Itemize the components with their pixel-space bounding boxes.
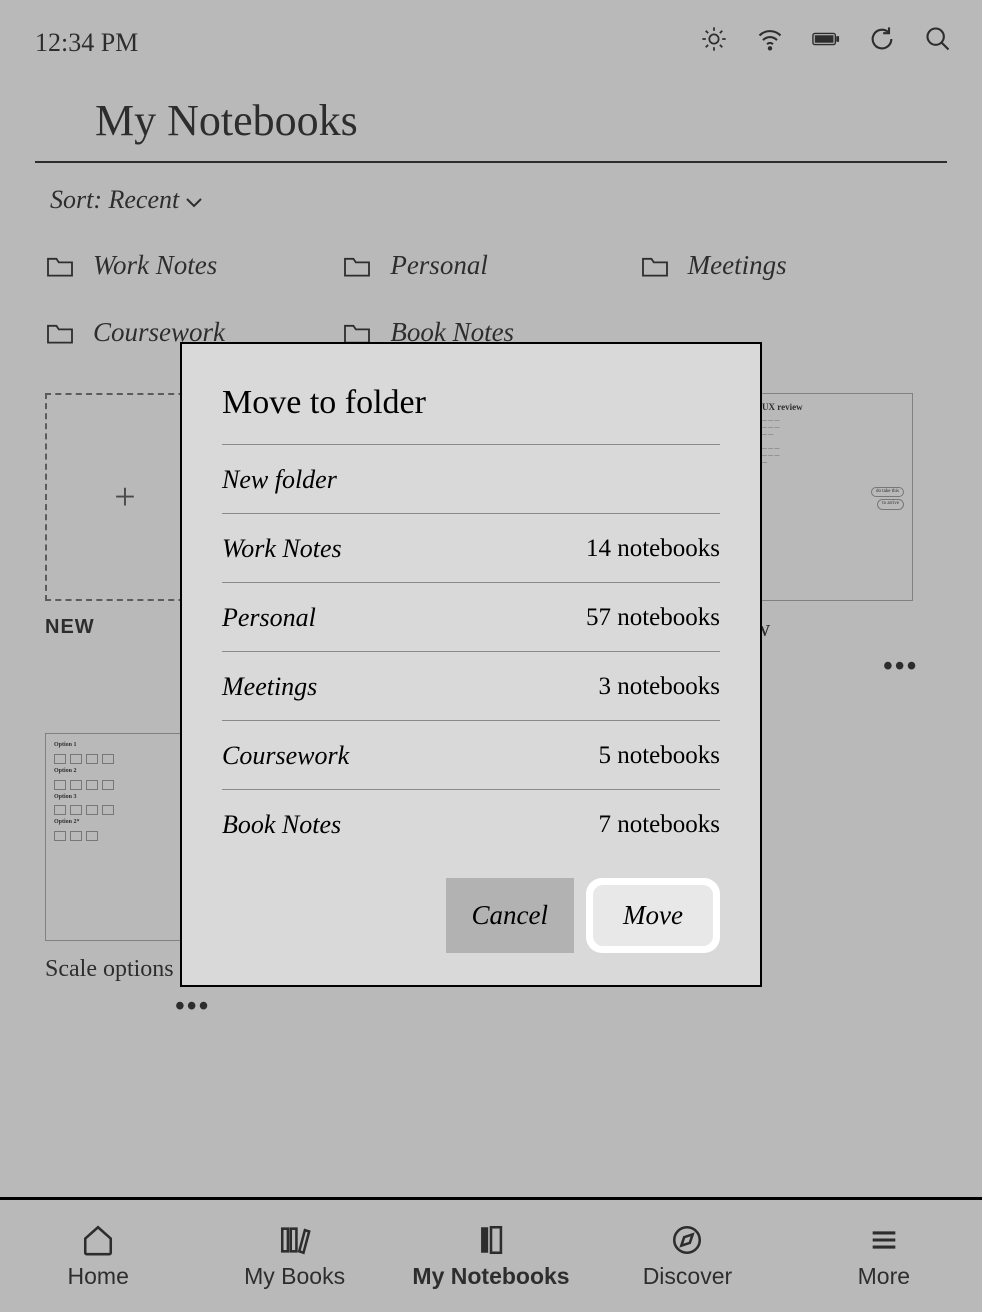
tab-label: Home bbox=[68, 1263, 129, 1290]
move-to-folder-modal: Move to folder New folder Work Notes 14 … bbox=[180, 342, 762, 987]
folders-grid: Work Notes Personal Meetings Coursework … bbox=[0, 230, 982, 353]
tab-more[interactable]: More bbox=[786, 1200, 982, 1312]
notebook-menu-button[interactable]: ••• bbox=[753, 651, 937, 683]
header: My Notebooks bbox=[35, 75, 947, 163]
modal-folder-personal[interactable]: Personal 57 notebooks bbox=[222, 583, 720, 652]
menu-icon bbox=[867, 1223, 901, 1257]
folder-icon bbox=[45, 321, 75, 345]
modal-item-label: Personal bbox=[222, 603, 316, 633]
modal-item-count: 57 notebooks bbox=[586, 604, 720, 632]
tab-label: Discover bbox=[643, 1263, 732, 1290]
modal-title: Move to folder bbox=[222, 384, 720, 445]
notebook-thumb[interactable]: UX review — — —— — —— —— — —— — —— do ta… bbox=[753, 393, 913, 601]
modal-item-count: 5 notebooks bbox=[598, 742, 720, 770]
folder-label: Work Notes bbox=[93, 250, 217, 281]
compass-icon bbox=[670, 1223, 704, 1257]
modal-folder-work-notes[interactable]: Work Notes 14 notebooks bbox=[222, 514, 720, 583]
page-title: My Notebooks bbox=[95, 95, 887, 146]
tab-mybooks[interactable]: My Books bbox=[196, 1200, 392, 1312]
folder-personal[interactable]: Personal bbox=[342, 250, 639, 281]
status-time: 12:34 PM bbox=[35, 28, 138, 58]
tab-bar: Home My Books My Notebooks Discover More bbox=[0, 1197, 982, 1312]
notebook-icon bbox=[474, 1223, 508, 1257]
chevron-down-icon bbox=[185, 185, 203, 215]
notebook-card-uxreview[interactable]: UX review — — —— — —— —— — —— — —— do ta… bbox=[753, 393, 937, 683]
modal-folder-meetings[interactable]: Meetings 3 notebooks bbox=[222, 652, 720, 721]
tab-mynotebooks[interactable]: My Notebooks bbox=[393, 1200, 589, 1312]
modal-folder-coursework[interactable]: Coursework 5 notebooks bbox=[222, 721, 720, 790]
folder-icon bbox=[342, 321, 372, 345]
wifi-icon[interactable] bbox=[756, 25, 784, 60]
brightness-icon[interactable] bbox=[700, 25, 728, 60]
modal-item-count: 7 notebooks bbox=[598, 811, 720, 839]
cancel-button[interactable]: Cancel bbox=[446, 878, 574, 953]
modal-item-label: Coursework bbox=[222, 741, 349, 771]
folder-meetings[interactable]: Meetings bbox=[640, 250, 937, 281]
folder-label: Personal bbox=[390, 250, 488, 281]
thumb-title: UX review bbox=[762, 402, 904, 414]
folder-icon bbox=[45, 254, 75, 278]
tab-discover[interactable]: Discover bbox=[589, 1200, 785, 1312]
modal-item-label: Work Notes bbox=[222, 534, 342, 564]
move-button[interactable]: Move bbox=[593, 885, 713, 946]
folder-icon bbox=[640, 254, 670, 278]
sync-icon[interactable] bbox=[868, 25, 896, 60]
folder-label: Meetings bbox=[688, 250, 787, 281]
plus-icon: + bbox=[114, 475, 135, 519]
modal-folder-book-notes[interactable]: Book Notes 7 notebooks bbox=[222, 790, 720, 858]
folder-icon bbox=[342, 254, 372, 278]
thumb-pill: to arrive bbox=[877, 499, 904, 510]
tab-label: More bbox=[858, 1263, 910, 1290]
modal-item-count: 14 notebooks bbox=[586, 535, 720, 563]
notebook-label: w bbox=[753, 616, 937, 643]
move-button-highlight: Move bbox=[586, 878, 720, 953]
books-icon bbox=[278, 1223, 312, 1257]
tab-label: My Notebooks bbox=[412, 1263, 569, 1290]
folder-work-notes[interactable]: Work Notes bbox=[45, 250, 342, 281]
modal-new-folder[interactable]: New folder bbox=[222, 445, 720, 514]
status-bar: 12:34 PM bbox=[0, 0, 982, 75]
search-icon[interactable] bbox=[924, 25, 952, 60]
thumb-pill: do take this bbox=[871, 487, 904, 498]
sort-selector[interactable]: Sort: Recent bbox=[0, 163, 982, 230]
modal-item-label: Meetings bbox=[222, 672, 317, 702]
tab-label: My Books bbox=[244, 1263, 345, 1290]
modal-item-label: New folder bbox=[222, 465, 337, 495]
modal-item-count: 3 notebooks bbox=[598, 673, 720, 701]
home-icon bbox=[81, 1223, 115, 1257]
notebook-menu-button[interactable]: ••• bbox=[45, 991, 289, 1023]
modal-folder-list: New folder Work Notes 14 notebooks Perso… bbox=[222, 445, 720, 858]
status-icons bbox=[700, 25, 952, 60]
modal-item-label: Book Notes bbox=[222, 810, 341, 840]
sort-label: Sort: Recent bbox=[50, 185, 179, 215]
tab-home[interactable]: Home bbox=[0, 1200, 196, 1312]
modal-buttons: Cancel Move bbox=[222, 878, 720, 953]
battery-icon[interactable] bbox=[812, 25, 840, 60]
